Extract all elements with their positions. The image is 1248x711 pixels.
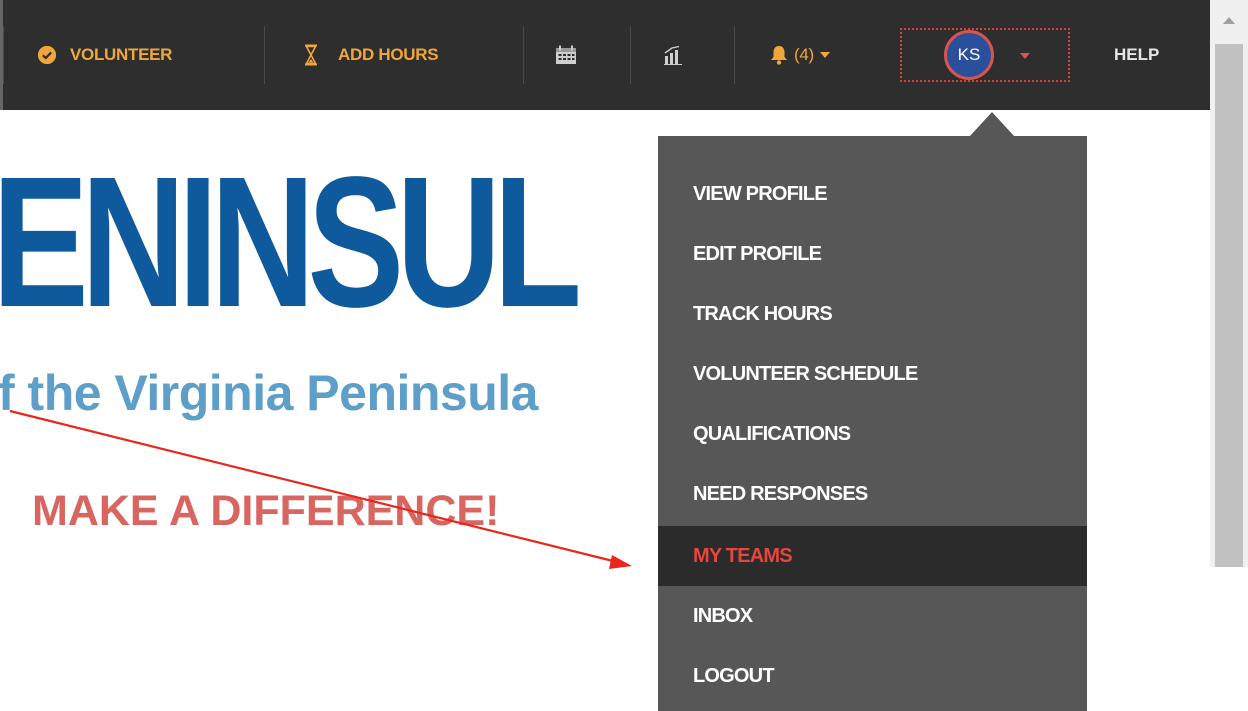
nav-notifications-button[interactable]: (4) xyxy=(770,0,830,110)
dropdown-caret xyxy=(970,112,1014,136)
menu-item-label: VIEW PROFILE xyxy=(693,182,828,205)
menu-item-edit-profile[interactable]: EDIT PROFILE xyxy=(658,224,1087,284)
nav-calendar-button[interactable] xyxy=(555,0,577,110)
menu-item-label: VOLUNTEER SCHEDULE xyxy=(693,362,918,385)
menu-item-track-hours[interactable]: TRACK HOURS xyxy=(658,284,1087,344)
nav-add-hours-button[interactable]: ADD HOURS xyxy=(304,0,439,110)
check-circle-icon xyxy=(38,46,56,64)
caret-down-icon xyxy=(819,52,830,58)
menu-item-inbox[interactable]: INBOX xyxy=(658,586,1087,646)
nav-reports-button[interactable] xyxy=(663,0,683,110)
menu-item-label: MY TEAMS xyxy=(693,544,793,567)
hero-title: ENINSUL xyxy=(0,139,582,346)
menu-item-label: NEED RESPONSES xyxy=(693,482,868,505)
scrollbar-thumb[interactable] xyxy=(1215,44,1243,567)
menu-item-label: TRACK HOURS xyxy=(693,302,833,325)
nav-add-hours-label: ADD HOURS xyxy=(338,45,439,64)
bar-chart-icon xyxy=(663,45,683,65)
nav-divider xyxy=(264,26,265,84)
menu-item-label: INBOX xyxy=(693,604,753,627)
hourglass-icon xyxy=(304,44,318,66)
help-label: HELP xyxy=(1114,45,1160,64)
screen: VOLUNTEER ADD HOURS (4) KS HELP ENINSUL … xyxy=(0,0,1248,711)
menu-item-label: QUALIFICATIONS xyxy=(693,422,851,445)
menu-item-logout[interactable]: LOGOUT xyxy=(658,646,1087,706)
menu-item-my-teams[interactable]: MY TEAMS xyxy=(658,526,1087,586)
user-dropdown-menu: VIEW PROFILE EDIT PROFILE TRACK HOURS VO… xyxy=(658,136,1087,711)
nav-volunteer-button[interactable]: VOLUNTEER xyxy=(38,0,172,110)
menu-item-view-profile[interactable]: VIEW PROFILE xyxy=(658,164,1087,224)
avatar-initials: KS xyxy=(957,45,981,64)
top-navbar: VOLUNTEER ADD HOURS (4) KS HELP xyxy=(0,0,1210,110)
menu-item-qualifications[interactable]: QUALIFICATIONS xyxy=(658,404,1087,464)
bell-icon xyxy=(770,45,788,65)
nav-divider xyxy=(523,26,524,84)
caret-down-icon[interactable] xyxy=(1020,53,1030,59)
nav-divider xyxy=(630,26,631,84)
nav-help-link[interactable]: HELP xyxy=(1114,0,1159,110)
menu-item-volunteer-schedule[interactable]: VOLUNTEER SCHEDULE xyxy=(658,344,1087,404)
calendar-icon xyxy=(555,45,577,65)
notification-count: (4) xyxy=(794,45,814,64)
hero-tagline: MAKE A DIFFERENCE! xyxy=(32,487,500,535)
menu-item-label: LOGOUT xyxy=(693,664,775,687)
avatar[interactable]: KS xyxy=(944,30,994,80)
nav-divider xyxy=(3,26,4,84)
nav-volunteer-label: VOLUNTEER xyxy=(70,45,173,64)
menu-item-need-responses[interactable]: NEED RESPONSES xyxy=(658,464,1087,524)
menu-item-label: EDIT PROFILE xyxy=(693,242,822,265)
hero-subtitle: f the Virginia Peninsula xyxy=(0,365,538,421)
scroll-up-arrow-icon[interactable] xyxy=(1210,0,1248,40)
nav-divider xyxy=(734,26,735,84)
